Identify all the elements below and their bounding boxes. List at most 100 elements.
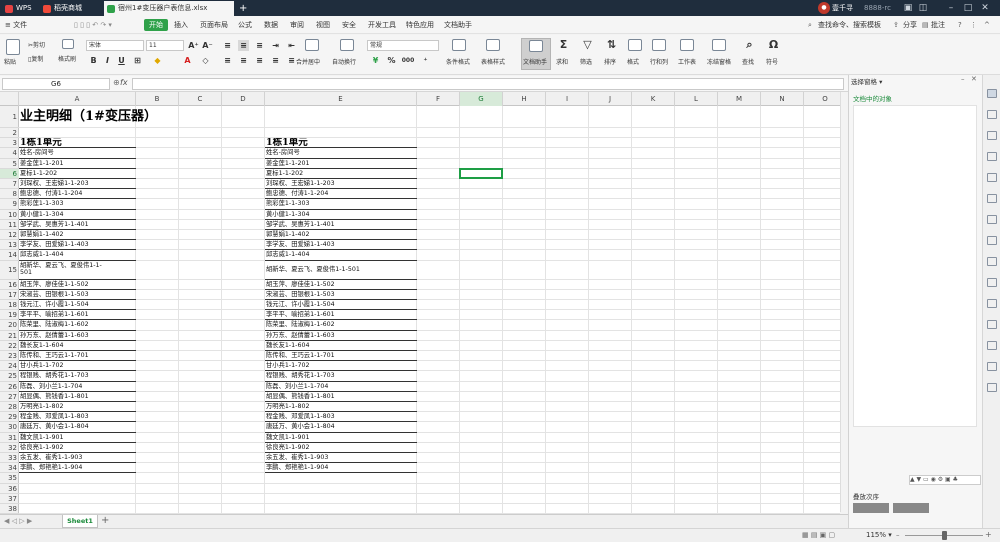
align-center-icon[interactable]: ≡ [238,55,249,66]
align-left-icon[interactable]: ≡ [222,55,233,66]
share-icon[interactable] [987,362,997,371]
more-icon[interactable]: ⋮ [970,19,977,31]
name-cell[interactable]: 姜金莲1-1-201 [19,159,136,169]
comment-button[interactable]: 批注 [931,19,945,31]
row-header[interactable]: 26 [0,382,19,392]
worksheet-icon[interactable] [680,39,694,51]
selection-pane-title[interactable]: 选择窗格 ▾ [851,76,882,86]
name-cell[interactable]: 甘小兵1-1-702 [265,361,417,372]
format-painter-button[interactable]: 格式刷 [58,54,76,63]
location-icon[interactable] [987,299,997,308]
symbol-icon[interactable]: Ω [768,39,779,50]
justify-icon[interactable]: ≡ [270,55,281,66]
sheet-nav-icons[interactable]: ◀ ◁ ▷ ▶ [4,517,32,525]
skin-icon[interactable]: ▣ [902,2,914,14]
name-cell[interactable]: 万明亮1-1-802 [19,402,136,413]
tools-icon[interactable] [987,383,997,392]
row-header[interactable]: 35 [0,473,19,484]
row-header[interactable]: 19 [0,310,19,321]
increase-decimal-icon[interactable]: ⁺ [420,55,431,66]
name-cell[interactable]: 魏长友1-1-604 [265,341,417,351]
row-header[interactable]: 38 [0,504,19,515]
name-cell[interactable]: 邹学武、吴惠芳1-1-401 [19,220,136,230]
row-header[interactable]: 34 [0,463,19,474]
name-cell[interactable]: 魏长友1-1-604 [19,341,136,351]
doc-helper-icon[interactable] [529,40,543,52]
zoom-formula-icon[interactable]: ⊕ [113,78,120,87]
name-cell[interactable]: 夏标1-1-202 [19,169,136,179]
column-header[interactable]: L [675,92,718,106]
name-cell[interactable]: 熊彩莲1-1-303 [265,199,417,210]
name-cell[interactable]: 魏文凯1-1-901 [19,433,136,443]
panel-icon[interactable] [987,278,997,287]
sort-button[interactable]: 排序 [604,57,616,66]
sum-button[interactable]: 求和 [556,57,568,66]
row-header[interactable]: 10 [0,210,19,220]
zoom-slider-thumb[interactable] [942,531,947,540]
shrink-font-icon[interactable]: A⁻ [202,40,213,51]
column-header[interactable]: J [589,92,632,106]
row-col-icon[interactable] [652,39,666,51]
border-icon[interactable]: ⊞ [132,55,143,66]
view-mode-icons[interactable]: ▦ ▤ ▣ ▢ [802,531,835,539]
minimize-icon[interactable]: – [945,2,957,14]
name-cell[interactable]: 郭慧娟1-1-402 [265,230,417,241]
name-cell[interactable]: 胡玉萍、廖佳佳1-1-502 [19,280,136,290]
row-header[interactable]: 29 [0,412,19,423]
name-cell[interactable]: 徐良亮1-1-902 [19,443,136,453]
sheet-tab-sheet1[interactable]: Sheet1 [62,515,98,528]
name-cell[interactable]: 万明亮1-1-802 [265,402,417,413]
fill-color-icon[interactable]: ◆ [152,55,163,66]
objects-list[interactable] [853,105,977,427]
column-header[interactable]: B [136,92,179,106]
tab-special[interactable]: 特色应用 [406,19,434,31]
share-button[interactable]: 分享 [903,19,917,31]
row-header[interactable]: 28 [0,402,19,413]
pane-toolbar-icons[interactable]: ▲ ▼ ▭ ◉ ⚙ ▣ ♣ [909,475,981,485]
unit-cell[interactable]: 1栋1单元 [19,138,136,149]
column-header[interactable]: I [546,92,589,106]
row-header[interactable]: 15 [0,261,19,280]
selected-cell[interactable] [459,167,503,179]
name-cell[interactable]: 钱元江、许小霞1-1-504 [19,300,136,311]
header-cell[interactable]: 姓名-房间号 [265,148,417,159]
close-icon[interactable]: ✕ [979,2,991,14]
layers-icon[interactable] [987,173,997,182]
name-cell[interactable]: 李平平、喻招弟1-1-601 [19,310,136,321]
row-header[interactable]: 9 [0,199,19,210]
image-icon[interactable] [987,194,997,203]
conditional-format-icon[interactable] [452,39,466,51]
font-color-icon[interactable]: A [182,55,193,66]
number-format-select[interactable]: 常规 [367,40,439,51]
name-cell[interactable]: 陈传和、王巧云1-1-701 [265,351,417,362]
row-header[interactable]: 36 [0,484,19,494]
row-header[interactable]: 32 [0,443,19,453]
star-icon[interactable] [987,320,997,329]
row-col-button[interactable]: 行和列 [650,57,668,66]
layout-icon[interactable]: ◫ [917,2,929,14]
row-header[interactable]: 1 [0,106,19,128]
row-header[interactable]: 21 [0,331,19,341]
name-cell[interactable]: 李学友、田爱娣1-1-403 [19,240,136,251]
row-header[interactable]: 30 [0,422,19,433]
format-icon[interactable] [628,39,642,51]
tab-start[interactable]: 开始 [144,19,168,31]
conditional-format-button[interactable]: 条件格式 [446,57,470,66]
tab-page-layout[interactable]: 页面布局 [200,19,228,31]
tab-security[interactable]: 安全 [342,19,356,31]
format-button[interactable]: 格式 [627,57,639,66]
cut-button[interactable]: ✂剪切 [28,40,45,49]
row-header[interactable]: 24 [0,361,19,372]
name-cell[interactable]: 程银贱、胡秀花1-1-703 [265,371,417,382]
pane-minimize-icon[interactable]: – [961,75,965,83]
name-cell[interactable]: 夏标1-1-202 [265,169,417,179]
name-cell[interactable]: 李鹏、郑艳艳1-1-904 [19,463,136,474]
zoom-level[interactable]: 115% ▾ [866,531,892,539]
name-cell[interactable]: 孙万东、赵倩蕾1-1-603 [265,331,417,341]
row-header[interactable]: 2 [0,128,19,139]
name-cell[interactable]: 陈荣里、陆淑梅1-1-602 [19,320,136,331]
row-header[interactable]: 7 [0,179,19,190]
doc-helper-button[interactable]: 文档助手 [523,57,547,66]
merge-icon[interactable] [305,39,319,51]
clear-icon[interactable]: ◇ [200,55,211,66]
